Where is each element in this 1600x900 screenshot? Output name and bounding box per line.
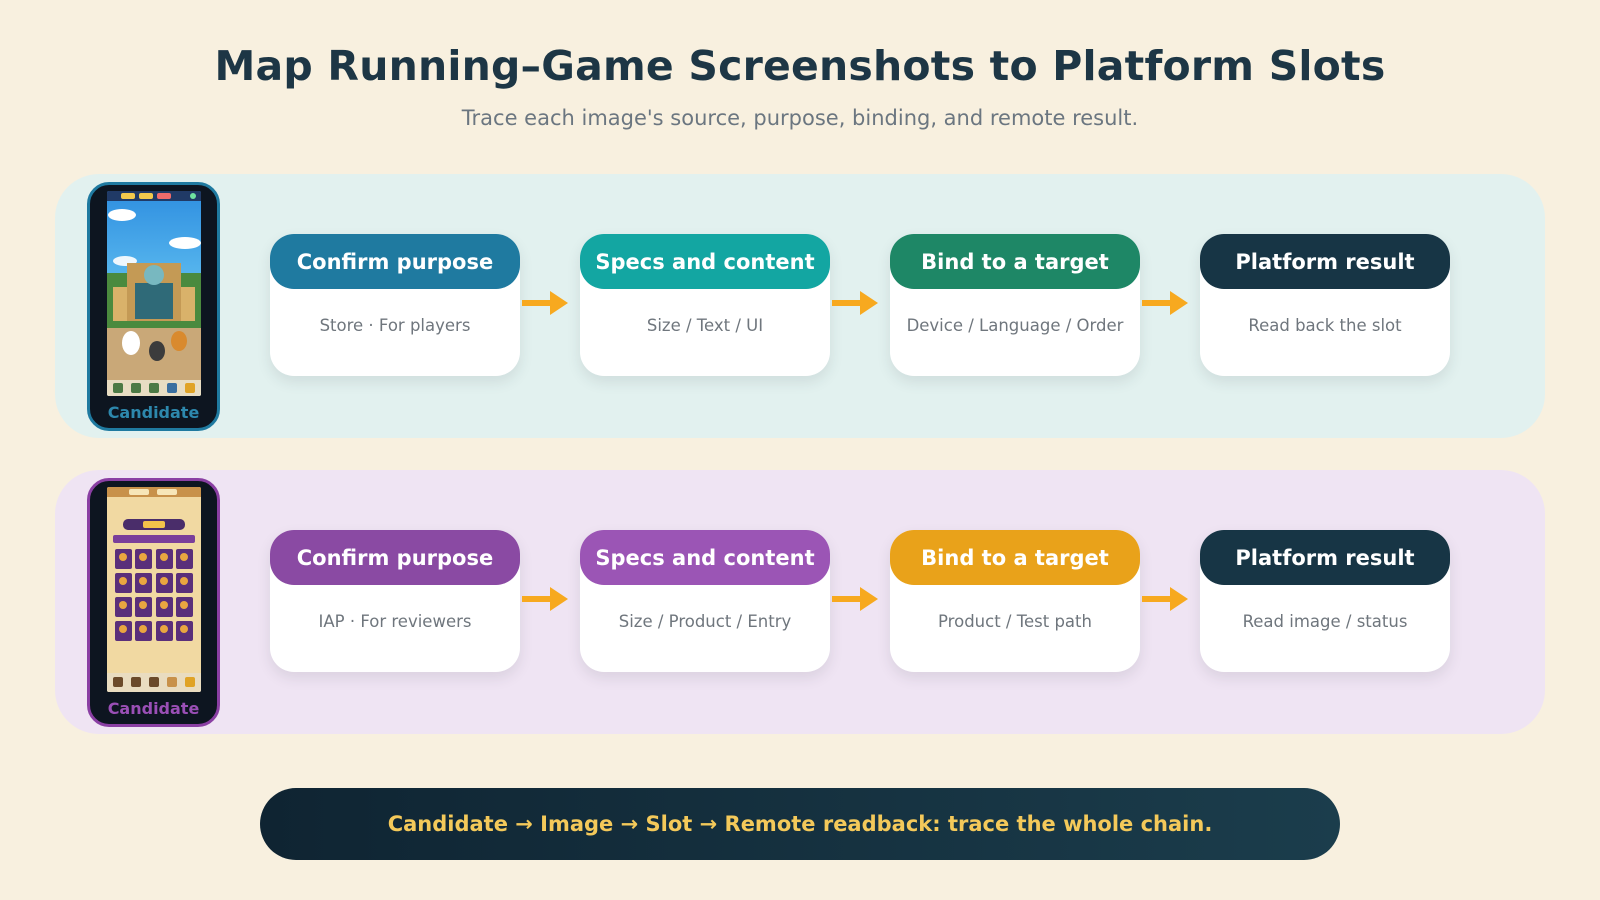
row-iap-flow: Candidate Confirm purpose IAP · For revi… [55, 470, 1545, 734]
row-store-flow: Candidate Confirm purpose Store · For pl… [55, 174, 1545, 438]
arrow-right-icon [522, 587, 568, 611]
step-detail: IAP · For reviewers [318, 612, 472, 631]
arrow-right-icon [1142, 291, 1188, 315]
footer-summary-banner: Candidate → Image → Slot → Remote readba… [260, 788, 1340, 860]
arrow-right-icon [1142, 587, 1188, 611]
step-detail: Size / Text / UI [646, 316, 764, 335]
page-subtitle: Trace each image's source, purpose, bind… [461, 106, 1139, 130]
step-title: Confirm purpose [270, 234, 520, 289]
step-title: Confirm purpose [270, 530, 520, 585]
candidate-phone-store[interactable]: Candidate [87, 182, 220, 431]
step-title: Specs and content [580, 234, 830, 289]
step-detail: Product / Test path [938, 612, 1092, 631]
arrow-right-icon [522, 291, 568, 315]
step-specs-content[interactable]: Specs and content Size / Text / UI [580, 234, 830, 376]
step-detail: Read image / status [1242, 612, 1408, 631]
game-screenshot-thumbnail [107, 191, 201, 396]
step-bind-target[interactable]: Bind to a target Device / Language / Ord… [890, 234, 1140, 376]
step-platform-result[interactable]: Platform result Read image / status [1200, 530, 1450, 672]
step-platform-result[interactable]: Platform result Read back the slot [1200, 234, 1450, 376]
step-confirm-purpose[interactable]: Confirm purpose Store · For players [270, 234, 520, 376]
step-detail: Device / Language / Order [906, 316, 1124, 335]
step-title: Platform result [1200, 530, 1450, 585]
step-title: Platform result [1200, 234, 1450, 289]
step-title: Specs and content [580, 530, 830, 585]
step-specs-content[interactable]: Specs and content Size / Product / Entry [580, 530, 830, 672]
candidate-label: Candidate [107, 403, 200, 422]
arrow-right-icon [832, 291, 878, 315]
step-bind-target[interactable]: Bind to a target Product / Test path [890, 530, 1140, 672]
page-title: Map Running–Game Screenshots to Platform… [214, 42, 1386, 90]
step-title: Bind to a target [890, 530, 1140, 585]
shop-screenshot-thumbnail [107, 487, 201, 692]
step-detail: Store · For players [319, 316, 471, 335]
step-detail: Read back the slot [1248, 316, 1402, 335]
arrow-right-icon [832, 587, 878, 611]
step-title: Bind to a target [890, 234, 1140, 289]
candidate-phone-iap[interactable]: Candidate [87, 478, 220, 727]
step-confirm-purpose[interactable]: Confirm purpose IAP · For reviewers [270, 530, 520, 672]
candidate-label: Candidate [107, 699, 200, 718]
step-detail: Size / Product / Entry [618, 612, 792, 631]
